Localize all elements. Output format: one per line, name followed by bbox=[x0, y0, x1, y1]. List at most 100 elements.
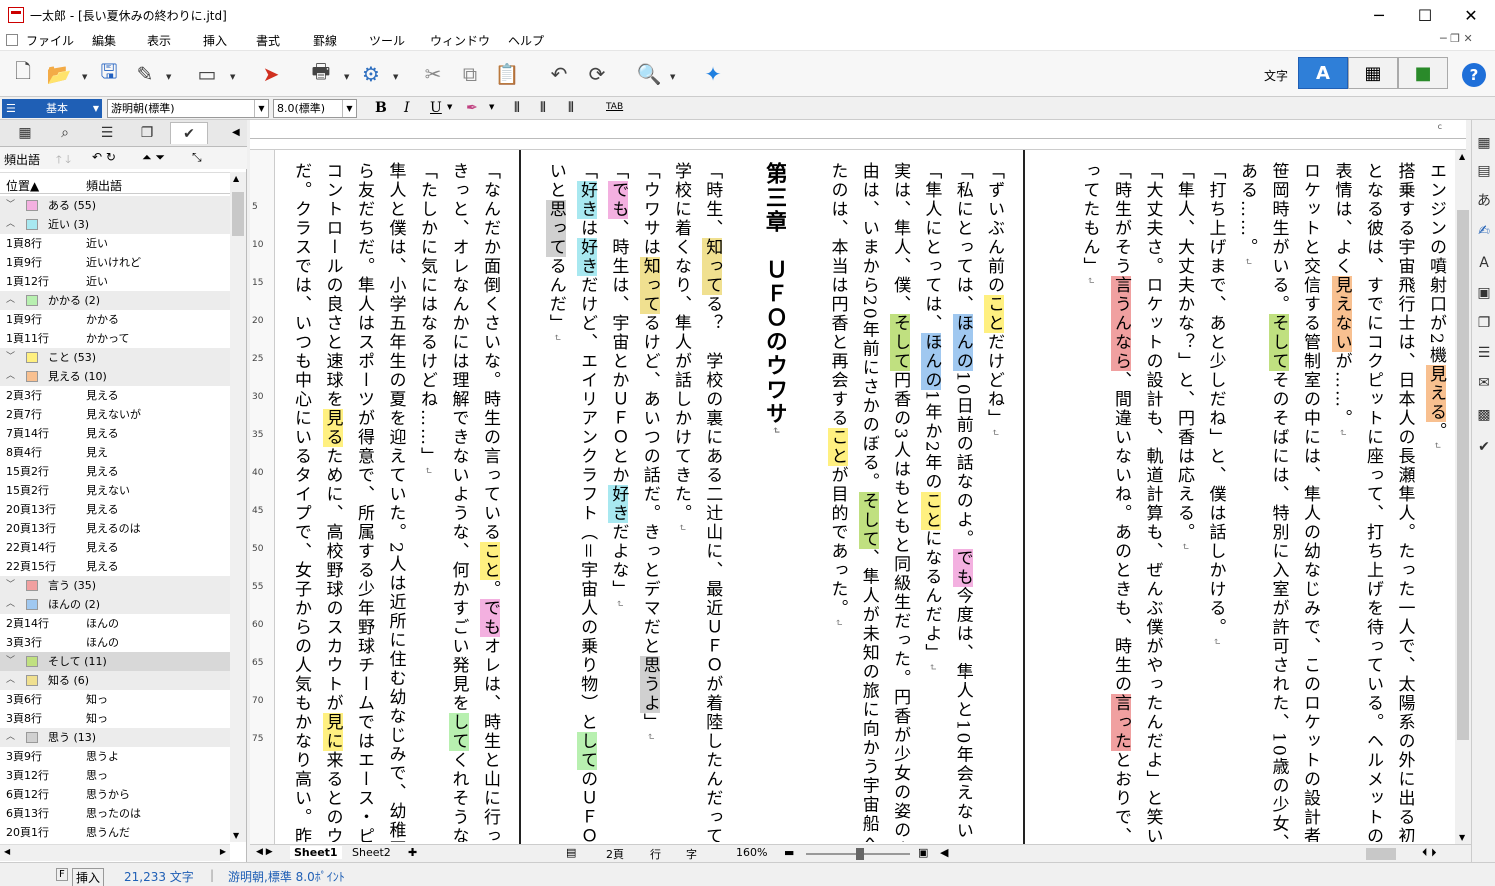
word-occurrence-row[interactable]: 3頁8行 知っ bbox=[0, 709, 230, 728]
word-group-row[interactable]: ︿ 思う (13) bbox=[0, 728, 230, 747]
collapse-chevron-icon[interactable]: ︿ bbox=[6, 215, 15, 234]
open-folder-icon[interactable]: 📂 bbox=[44, 59, 74, 89]
word-occurrence-row[interactable]: 20頁13行 見える bbox=[0, 500, 230, 519]
highlight-pen-icon[interactable]: ✒ bbox=[466, 100, 478, 116]
text-column[interactable]: 「隼人、大丈夫かな？」と、円香は応える。↵ bbox=[1173, 162, 1195, 842]
word-group-row[interactable]: ︿ かかる (2) bbox=[0, 291, 230, 310]
hscroll-left-icon[interactable]: ◀ bbox=[940, 846, 948, 859]
text-column[interactable]: だ。クラスでは、いつも中心にいるタイプで、女子からの人気もかなり高い。昨年のバレ bbox=[290, 162, 312, 842]
word-group-row[interactable]: ︿ 近い (3) bbox=[0, 215, 230, 234]
word-occurrence-row[interactable]: 1頁9行 かかる bbox=[0, 310, 230, 329]
text-column[interactable]: 隼人と僕は、小学五年生の夏を迎えていた。2人は近所に住む幼なじみで、幼稚園にも bbox=[385, 162, 407, 842]
expand-chevron-icon[interactable]: ﹀ bbox=[6, 576, 15, 595]
word-occurrence-row[interactable]: 3頁6行 知っ bbox=[0, 690, 230, 709]
collapse-chevron-icon[interactable]: ︿ bbox=[6, 367, 15, 386]
align-center-icon[interactable]: ⫴ bbox=[540, 100, 546, 116]
text-column[interactable]: 「隼人にとっては、ほんの1年か2年のことになるんだよ」↵ bbox=[920, 162, 942, 842]
print-dropdown-icon[interactable]: ▼ bbox=[344, 73, 349, 81]
word-occurrence-row[interactable]: 3頁3行 ほんの bbox=[0, 633, 230, 652]
word-occurrence-row[interactable]: 1頁12行 近い bbox=[0, 272, 230, 291]
grid-icon[interactable]: ▩ bbox=[1475, 406, 1493, 424]
tab-thumbnail-icon[interactable]: ▦ bbox=[6, 122, 44, 144]
word-occurrence-row[interactable]: 1頁8行 近い bbox=[0, 234, 230, 253]
cut-icon[interactable]: ✂ bbox=[418, 59, 448, 89]
text-column[interactable]: ある……。↵ bbox=[1236, 162, 1258, 842]
text-column[interactable]: 「時生がそう言うんなら、間違いないね。あのときも、時生の言ったとおりで、すべてう bbox=[1110, 162, 1132, 842]
expand-chevron-icon[interactable]: ﹀ bbox=[6, 348, 15, 367]
sheet-tab-1[interactable]: Sheet1 bbox=[290, 846, 342, 859]
highlight-color-swatch[interactable] bbox=[26, 656, 38, 667]
align-bottom-icon[interactable]: ⫴ bbox=[568, 100, 574, 116]
chapter-heading[interactable]: 第三章 ＵＦＯのウワサ↵ bbox=[764, 162, 786, 842]
list-icon[interactable]: ☰ bbox=[1475, 344, 1493, 362]
document-canvas[interactable]: エンジンの噴射口が2機見える。↵ 搭乗する宇宙飛行士は、日本人の長瀬隼人。たった一… bbox=[275, 150, 1455, 844]
vertical-ruler[interactable]: 5 10 15 20 25 30 35 40 45 50 55 60 65 70 75 bbox=[250, 150, 275, 844]
column-position[interactable]: 位置▲ bbox=[6, 177, 39, 194]
menu-file[interactable]: ファイル bbox=[26, 32, 74, 49]
highlight-color-swatch[interactable] bbox=[26, 219, 38, 230]
panel-vertical-scrollbar[interactable]: ▲ ▼ bbox=[230, 172, 246, 842]
text-column[interactable]: 笹岡時生がいる。そしてそのそばには、特別に入室が許可された、10歳の少女、神田円… bbox=[1268, 162, 1290, 842]
jump-icon[interactable]: ✦ bbox=[698, 59, 728, 89]
word-group-row[interactable]: ﹀ 言う (35) bbox=[0, 576, 230, 595]
word-group-row[interactable]: ︿ 見える (10) bbox=[0, 367, 230, 386]
close-button[interactable]: ✕ bbox=[1448, 0, 1494, 30]
word-occurrence-row[interactable]: 1頁11行 かかって bbox=[0, 329, 230, 348]
image-mode-button[interactable]: ■ bbox=[1398, 57, 1448, 89]
horizontal-ruler[interactable]: c bbox=[250, 120, 1466, 150]
zoom-level[interactable]: 160% bbox=[736, 846, 767, 859]
settings-gear-icon[interactable]: ⚙ bbox=[356, 59, 386, 89]
word-occurrence-row[interactable]: 15頁2行 見えない bbox=[0, 481, 230, 500]
word-occurrence-row[interactable]: 7頁14行 見える bbox=[0, 424, 230, 443]
doc-menu-icon[interactable] bbox=[6, 34, 18, 46]
highlight-color-swatch[interactable] bbox=[26, 371, 38, 382]
text-column[interactable]: 「私にとっては、ほんの10日前の話なのよ。でも今度は、隼人と10年会えないのか」… bbox=[952, 162, 974, 842]
word-occurrence-row[interactable]: 6頁13行 思ったのは bbox=[0, 804, 230, 823]
text-column[interactable]: 「でも、時生は、宇宙とかＵＦＯとか好きだよな」↵ bbox=[607, 162, 629, 842]
text-column[interactable]: となる彼は、すでにコクピットに座って、打ち上げを待っている。ヘルメットのシールド bbox=[1362, 162, 1384, 842]
text-column[interactable]: ってたもん」↵ bbox=[1079, 162, 1101, 842]
navigate-icon[interactable]: ➤ bbox=[256, 59, 286, 89]
tab-button[interactable]: TAB bbox=[606, 102, 623, 112]
underline-dropdown-icon[interactable]: ▼ bbox=[447, 103, 452, 111]
save-icon[interactable]: 🖫 bbox=[94, 59, 124, 89]
zoom-out-icon[interactable]: ▬ bbox=[784, 846, 794, 859]
text-mode-button[interactable]: A bbox=[1298, 57, 1348, 89]
paste-icon[interactable]: 📋 bbox=[492, 59, 522, 89]
italic-button[interactable]: I bbox=[404, 100, 410, 116]
expand-collapse-icon[interactable]: ⏶ ⏷ bbox=[142, 150, 165, 165]
template-icon[interactable]: ▭ bbox=[192, 59, 222, 89]
bold-button[interactable]: B bbox=[375, 100, 387, 116]
text-column[interactable]: いと思ってるんだ」↵ bbox=[545, 162, 567, 842]
fullscreen-icon[interactable]: ⤡ bbox=[192, 150, 202, 165]
copy-pages-icon[interactable]: ❐ bbox=[1475, 314, 1493, 332]
style-pen-icon[interactable]: ✍ bbox=[1475, 222, 1493, 240]
highlight-color-swatch[interactable] bbox=[26, 200, 38, 211]
help-button[interactable]: ? bbox=[1462, 63, 1486, 87]
text-column[interactable]: 「好きは好きだけど、エイリアンクラフト（＝宇宙人の乗り物）としてのＵＦＯは、現実 bbox=[576, 162, 598, 842]
table-mode-button[interactable]: ▦ bbox=[1348, 57, 1398, 89]
highlight-dropdown-icon[interactable]: ▼ bbox=[489, 103, 494, 111]
menu-insert[interactable]: 挿入 bbox=[203, 32, 227, 49]
text-column[interactable]: コントロールの良さと速球を見るために、高校野球のスカウトが見に来るとのウワサもあ bbox=[322, 162, 344, 842]
maximize-button[interactable]: ☐ bbox=[1402, 0, 1448, 30]
highlight-color-swatch[interactable] bbox=[26, 580, 38, 591]
word-group-row[interactable]: ﹀ こと (53) bbox=[0, 348, 230, 367]
word-occurrence-row[interactable]: 3頁9行 思うよ bbox=[0, 747, 230, 766]
font-size-icon[interactable]: A bbox=[1475, 254, 1493, 272]
collapse-chevron-icon[interactable]: ︿ bbox=[6, 595, 15, 614]
text-column[interactable]: ら友だちだ。隼人はスポーツが得意で、所属する少年野球チームではエース・ピッチャー bbox=[353, 162, 375, 842]
undo-icon[interactable]: ↶ bbox=[544, 59, 574, 89]
text-column[interactable]: 「ウワサは知ってるけど、あいつの話だ。きっとデマだと思うよ」↵ bbox=[639, 162, 661, 842]
highlight-color-swatch[interactable] bbox=[26, 599, 38, 610]
save-as-icon[interactable]: ✎ bbox=[130, 59, 160, 89]
text-column[interactable]: 搭乗する宇宙飛行士は、日本人の長瀬隼人。たった一人で、太陽系の外に出る初めての bbox=[1394, 162, 1416, 842]
collapse-chevron-icon[interactable]: ︿ bbox=[6, 671, 15, 690]
collapse-chevron-icon[interactable]: ︿ bbox=[6, 291, 15, 310]
move-up-down-icon[interactable]: 🡑 🡓 bbox=[56, 151, 71, 170]
sheet-tab-2[interactable]: Sheet2 bbox=[352, 846, 391, 859]
word-occurrence-row[interactable]: 15頁2行 見える bbox=[0, 462, 230, 481]
word-occurrence-row[interactable]: 8頁4行 見え bbox=[0, 443, 230, 462]
print-icon[interactable]: 🖶 bbox=[306, 59, 336, 89]
menu-edit[interactable]: 編集 bbox=[92, 32, 116, 49]
